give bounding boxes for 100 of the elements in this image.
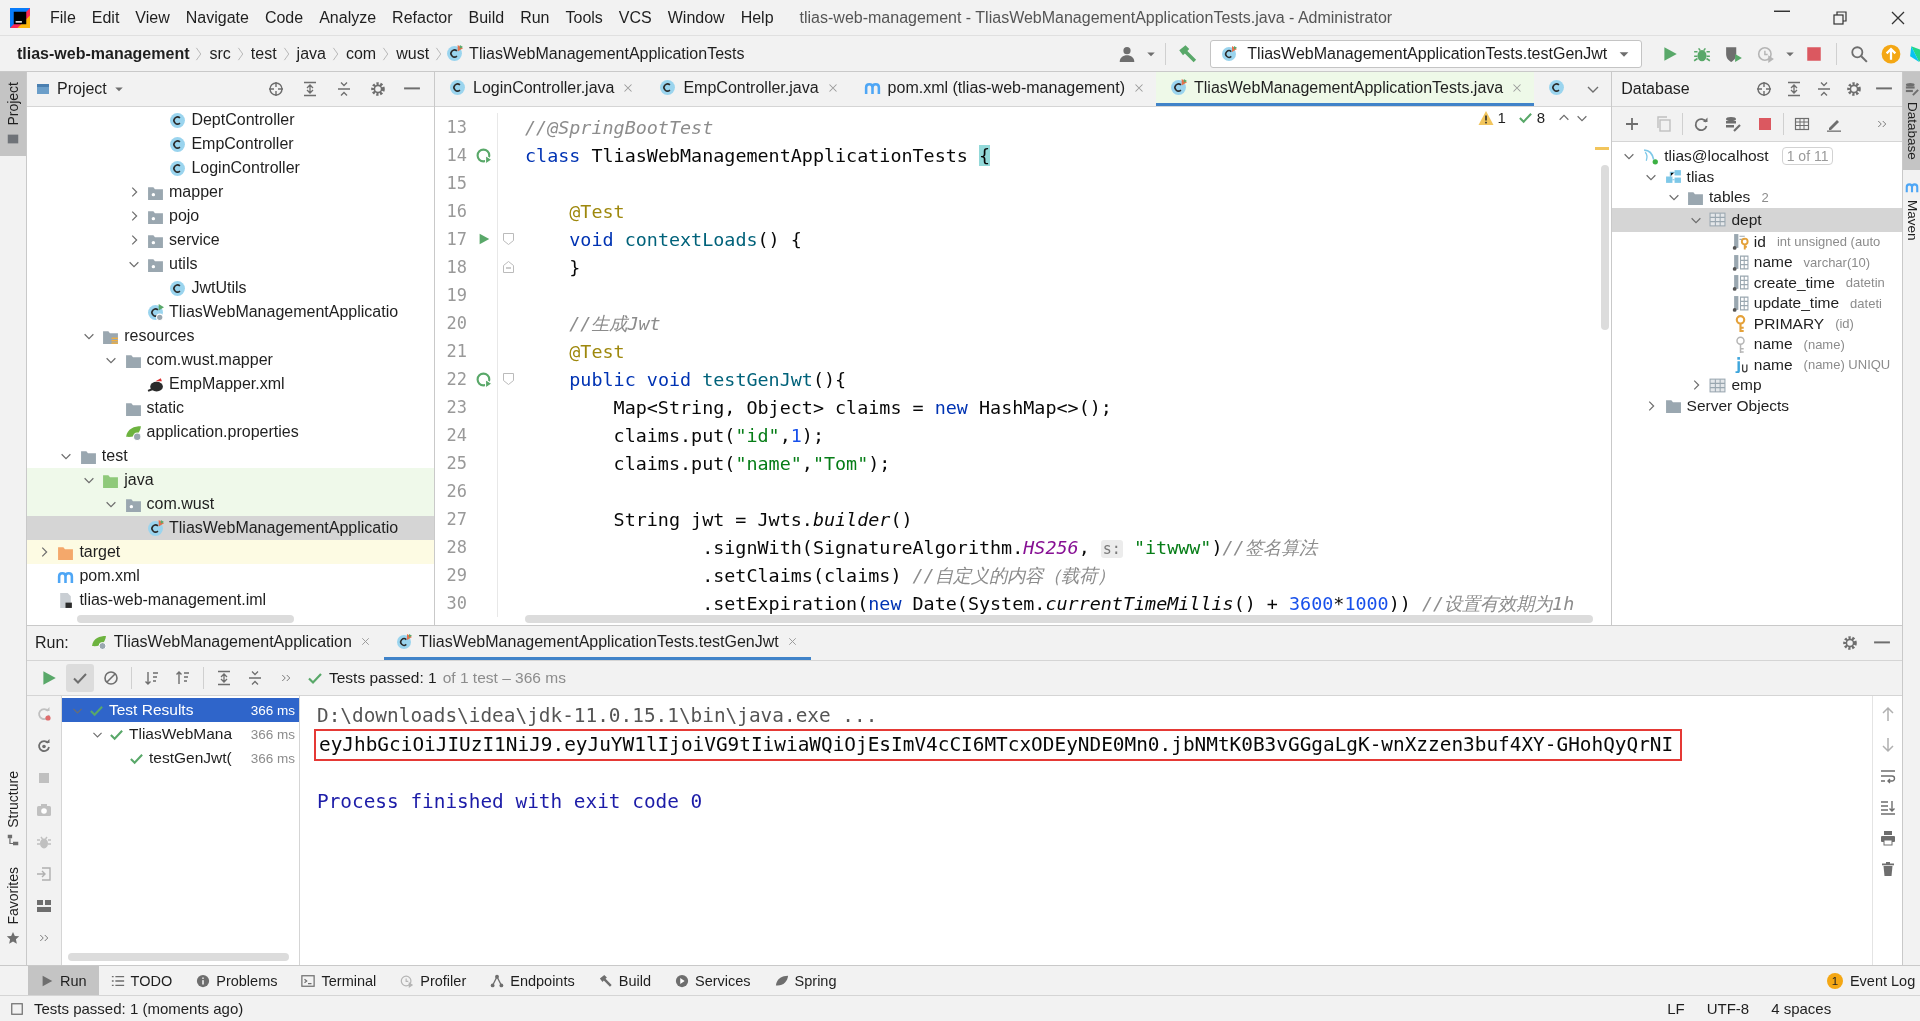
line-number: 18 [445,257,468,277]
annotation: @Test [569,340,625,362]
tool-window-tab[interactable]: TODO [98,966,185,995]
tree-row[interactable]: com.wust.mapper [27,348,434,372]
menu-item[interactable]: VCS [610,4,660,31]
editor-tab[interactable]: LoginController.java [435,72,646,106]
breadcrumb[interactable]: java [293,44,329,63]
constant: HS256 [1023,536,1079,558]
notification-badge: 1 [1826,972,1843,989]
tree-row[interactable]: com.wust [27,492,434,516]
tool-window-tab[interactable]: Favorites [0,857,26,955]
tree-row[interactable]: test [27,444,434,468]
tool-window-tab[interactable]: Run [28,966,99,995]
tree-row[interactable]: resources [27,324,434,348]
tree-row[interactable]: name (name) [1612,334,1903,355]
editor-tab[interactable]: EmpController.java [645,72,850,106]
node-label: name [1753,253,1793,272]
breadcrumb[interactable]: test [247,44,280,63]
tree-row[interactable]: application.properties [27,420,434,444]
panel-title[interactable]: Project [57,80,107,98]
test-result-row[interactable]: TliasWebMana 366 ms [62,722,299,746]
node-label: EmpController [191,135,294,153]
test-result-row[interactable]: testGenJwt( 366 ms [62,746,299,770]
run-configuration-tab[interactable]: TliasWebManagementApplication [78,626,384,660]
menu-item[interactable]: Edit [83,4,128,31]
comment: //设置有效期为1h [1421,592,1575,614]
keyword: public [569,368,636,390]
tree-row[interactable]: tables 2 [1612,187,1903,208]
tree-row[interactable]: LoginController [27,156,434,180]
menu-item[interactable]: Analyze [311,4,385,31]
menu-item[interactable]: Code [256,4,312,31]
tree-row[interactable]: emp [1612,375,1903,396]
tree-row[interactable]: TliasWebManagementApplicatio [27,300,434,324]
menu-item[interactable]: Navigate [177,4,257,31]
tree-row[interactable]: update_time dateti [1612,293,1903,314]
tool-window-tab[interactable]: Database [1903,72,1920,170]
tool-window-tab[interactable]: Terminal [289,966,389,995]
menu-item[interactable]: Tools [557,4,611,31]
status-item[interactable]: 4 spaces [1765,1000,1838,1017]
tree-row[interactable]: EmpMapper.xml [27,372,434,396]
status-item[interactable]: UTF-8 [1700,1000,1756,1017]
event-log-tab[interactable]: 1 Event Log [1814,966,1920,995]
menu-item[interactable]: File [42,4,84,31]
tree-row[interactable]: mapper [27,180,434,204]
test-result-row[interactable]: Test Results 366 ms [62,698,299,722]
menu-item[interactable]: Refactor [384,4,461,31]
breadcrumb[interactable]: wust [393,44,433,63]
tree-row[interactable]: target [27,540,434,564]
tree-row[interactable]: pojo [27,204,434,228]
passed-count[interactable]: 8 [1536,109,1546,126]
tree-row[interactable]: dept [1612,207,1903,232]
tree-row[interactable]: JwtUtils [27,276,434,300]
tree-row[interactable]: tlias-web-management.iml [27,588,434,612]
breadcrumb[interactable]: TliasWebManagementApplicationTests [446,44,745,63]
warning-count[interactable]: 1 [1497,109,1506,126]
tree-row[interactable]: pom.xml [27,564,434,588]
tree-row[interactable]: service [27,228,434,252]
tool-window-tab[interactable]: Maven [1903,169,1920,251]
tool-window-tab[interactable]: Endpoints [478,966,587,995]
tree-row[interactable]: name varchar(10) [1612,252,1903,273]
run-configuration-dropdown[interactable]: TliasWebManagementApplicationTests.testGenJwt [1210,39,1643,68]
node-label: mapper [169,183,224,201]
tool-window-tab[interactable]: Spring [762,966,849,995]
test-duration: 366 ms [250,726,295,742]
menu-item[interactable]: Window [659,4,733,31]
editor-tab[interactable]: TliasWebManagementApplicationTests.java [1156,72,1535,106]
tree-row[interactable]: create_time datetin [1612,272,1903,293]
menu-item[interactable]: Run [512,4,558,31]
tool-window-tab[interactable]: Structure [0,760,26,858]
tree-row[interactable]: DeptController [27,108,434,132]
tree-row[interactable]: EmpController [27,132,434,156]
node-label: java [124,471,154,489]
status-message: Tests passed: 1 (moments ago) [34,1000,244,1017]
menu-item[interactable]: View [127,4,178,31]
tree-row[interactable]: static [27,396,434,420]
breadcrumb[interactable]: tlias-web-management [14,44,193,63]
tool-window-tab[interactable]: Build [586,966,663,995]
column-type: (name) [1803,336,1845,352]
tree-row[interactable]: java [27,468,434,492]
tree-row[interactable]: Server Objects [1612,395,1903,416]
tool-window-tab[interactable]: Services [662,966,763,995]
tree-row[interactable]: utils [27,252,434,276]
tool-window-tab[interactable]: Problems [184,966,290,995]
breadcrumb[interactable]: src [206,44,234,63]
tool-window-tab[interactable]: Project [0,72,26,156]
menu-item[interactable]: Build [460,4,513,31]
tree-row[interactable]: TliasWebManagementApplicatio [27,516,434,540]
column-type: (name) UNIQU [1803,357,1891,373]
panel-title: Run: [35,633,69,653]
editor-tab[interactable]: pom.xml (tlias-web-management) [849,72,1156,106]
tool-window-tab[interactable]: Profiler [388,966,479,995]
status-item[interactable]: LF [1661,1000,1691,1017]
tree-row[interactable]: id int unsigned (auto [1612,231,1903,252]
tree-row[interactable]: tlias@localhost 1 of 11 [1612,146,1903,167]
code-text: * [1333,592,1345,614]
tree-row[interactable]: PRIMARY (id) [1612,313,1903,334]
breadcrumb[interactable]: com [342,44,380,63]
menu-item[interactable]: Help [732,4,782,31]
tree-row[interactable]: tlias [1612,166,1903,187]
tree-row[interactable]: name (name) UNIQU [1612,354,1903,375]
